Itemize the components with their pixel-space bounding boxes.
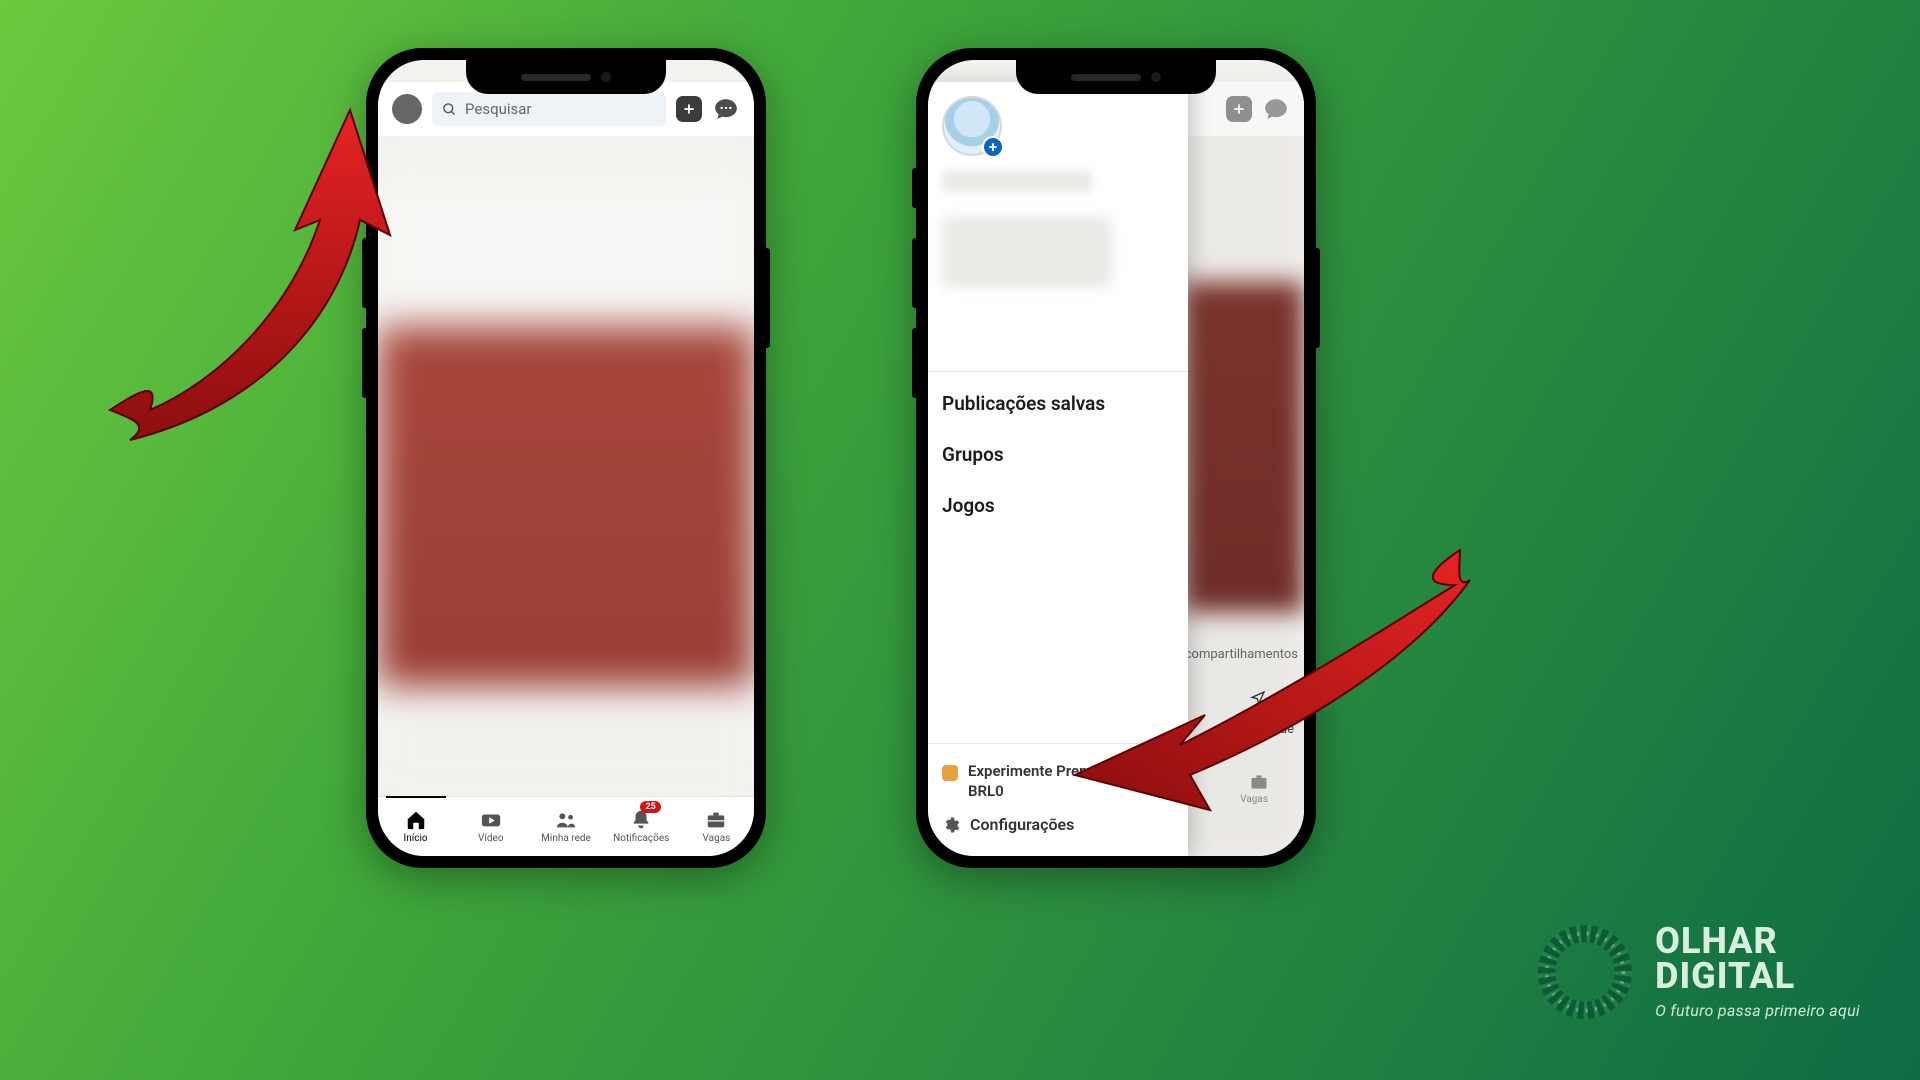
phone-mockup-1: Pesquisar Início Vídeo Minha rede [366,48,766,868]
peek-send: Enviar [1241,690,1274,722]
nav-video[interactable]: Vídeo [453,797,528,856]
background-dimmed: compartilhamentos Enviar nidade Vagas [1184,82,1304,856]
gear-icon [942,816,960,834]
drawer-item-games[interactable]: Jogos [942,480,1174,531]
messages-button[interactable] [712,95,740,123]
nav-notifications[interactable]: 25 Notificações [604,797,679,856]
nav-label: Vagas [703,833,731,844]
drawer-item-saved[interactable]: Publicações salvas [942,378,1174,429]
plus-icon [682,102,696,116]
people-icon [555,809,577,831]
nav-jobs[interactable]: Vagas [679,797,754,856]
premium-chip-icon [942,765,958,781]
side-drawer: + Publicações salvas Grupos Jogos Experi… [928,82,1188,856]
send-icon [1249,690,1267,706]
brand-line2: DIGITAL [1655,959,1860,993]
nav-label: Início [404,833,428,844]
nav-label: Minha rede [541,833,591,844]
compose-button[interactable] [676,96,702,122]
nav-network[interactable]: Minha rede [528,797,603,856]
peek-text-3: Vagas [1240,794,1268,805]
drawer-premium[interactable]: Experimente Premium por BRL0 [942,754,1174,809]
notification-badge: 25 [640,801,660,813]
phone-notch [1016,60,1216,94]
brand-ring-icon [1537,924,1633,1020]
nav-label: Vídeo [478,833,504,844]
search-icon [442,102,457,117]
drawer-avatar[interactable]: + [942,96,1002,156]
search-placeholder: Pesquisar [465,100,532,118]
bottom-nav: Início Vídeo Minha rede 25 Notificações … [378,796,754,856]
home-icon [405,809,427,831]
phone2-screen: compartilhamentos Enviar nidade Vagas + … [928,60,1304,856]
video-icon [480,809,502,831]
profile-name-blurred [942,170,1092,192]
profile-avatar[interactable] [392,94,422,124]
nav-home[interactable]: Início [378,797,453,856]
peek-text: compartilhamentos [1185,647,1298,662]
search-input[interactable]: Pesquisar [432,92,666,126]
brand-logo: OLHAR DIGITAL O futuro passa primeiro aq… [1537,924,1860,1020]
peek-briefcase-icon [1248,772,1270,796]
compose-button-dimmed [1226,96,1252,122]
profile-stats-blurred [942,216,1112,288]
phone-mockup-2: compartilhamentos Enviar nidade Vagas + … [916,48,1316,868]
phone-notch [466,60,666,94]
messages-button-dimmed [1262,95,1290,123]
drawer-settings[interactable]: Configurações [942,809,1174,840]
nav-label: Notificações [613,833,669,844]
add-story-icon[interactable]: + [982,136,1004,158]
phone1-screen: Pesquisar Início Vídeo Minha rede [378,60,754,856]
briefcase-icon [705,809,727,831]
drawer-item-groups[interactable]: Grupos [942,429,1174,480]
feed-blurred [378,136,754,796]
peek-text-2: nidade [1255,722,1294,737]
brand-line1: OLHAR [1655,924,1860,958]
chat-icon [713,96,739,122]
brand-tagline: O futuro passa primeiro aqui [1655,1001,1860,1020]
